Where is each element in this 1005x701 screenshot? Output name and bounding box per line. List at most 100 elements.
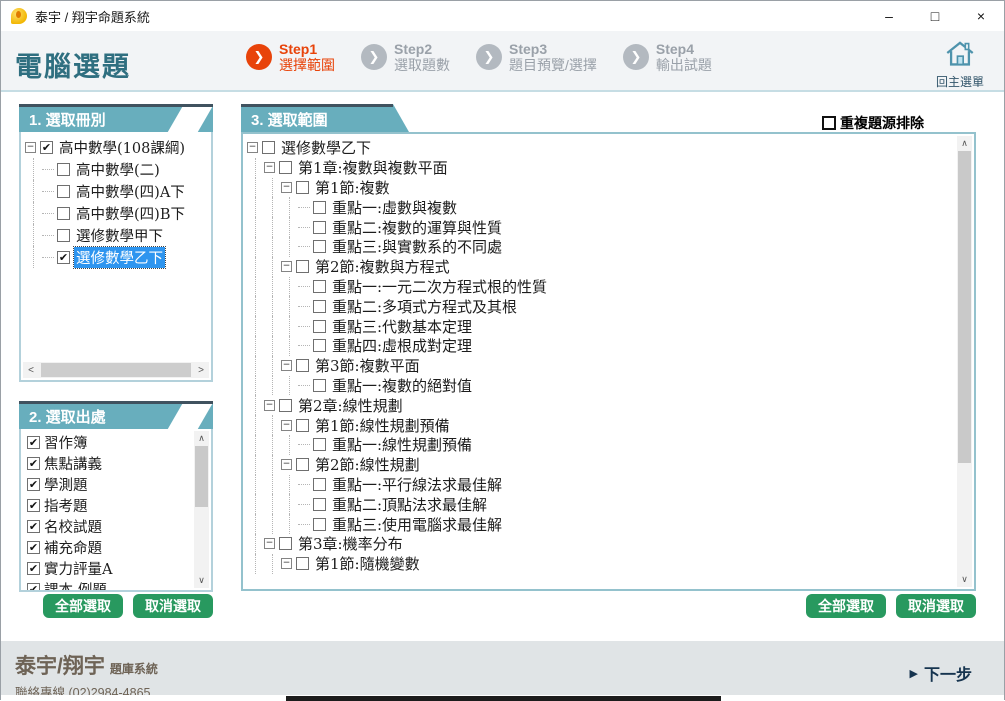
minimize-button[interactable]: –: [866, 1, 912, 31]
tree-item-label[interactable]: 重點四:虛根成對定理: [330, 335, 474, 356]
tree-checkbox[interactable]: [313, 240, 326, 253]
tree-checkbox[interactable]: [262, 141, 275, 154]
tree-expander-icon[interactable]: −: [281, 420, 292, 431]
tree-item-label[interactable]: 重點二:頂點法求最佳解: [330, 494, 489, 515]
source-deselect-all-button[interactable]: 取消選取: [133, 594, 213, 618]
tree-checkbox[interactable]: [313, 320, 326, 333]
source-item-label[interactable]: 焦點講義: [44, 453, 102, 474]
tree-item-label[interactable]: 第2章:線性規劃: [296, 395, 405, 416]
tree-item-label[interactable]: 高中數學(四)A下: [74, 181, 187, 202]
tree-checkbox[interactable]: [313, 379, 326, 392]
source-item-label[interactable]: 學測題: [44, 474, 88, 495]
tree-expander-icon[interactable]: −: [247, 142, 258, 153]
range-select-all-button[interactable]: 全部選取: [806, 594, 886, 618]
dedupe-option[interactable]: 重複題源排除: [822, 113, 924, 133]
tree-checkbox[interactable]: [313, 438, 326, 451]
tree-checkbox[interactable]: ✔: [57, 251, 70, 264]
tree-checkbox[interactable]: [296, 181, 309, 194]
tree-item-label[interactable]: 選修數學甲下: [74, 225, 165, 246]
tree-checkbox[interactable]: [57, 207, 70, 220]
tree-item-label[interactable]: 第1節:隨機變數: [313, 553, 422, 574]
scroll-left-icon[interactable]: <: [23, 362, 39, 378]
tree-item-label[interactable]: 選修數學乙下: [279, 137, 373, 158]
tree-checkbox[interactable]: [57, 229, 70, 242]
source-checkbox[interactable]: ✔: [27, 520, 40, 533]
scrollbar-thumb[interactable]: [41, 363, 191, 377]
tree-checkbox[interactable]: [296, 557, 309, 570]
tree-checkbox[interactable]: [313, 201, 326, 214]
scroll-up-icon[interactable]: ∧: [957, 136, 972, 151]
source-item-label[interactable]: 指考題: [44, 495, 88, 516]
tree-checkbox[interactable]: [313, 339, 326, 352]
source-checkbox[interactable]: ✔: [27, 541, 40, 554]
booklet-horizontal-scrollbar[interactable]: < >: [23, 362, 209, 378]
source-item-label[interactable]: 補充命題: [44, 537, 102, 558]
tree-checkbox[interactable]: ✔: [40, 141, 53, 154]
source-item-label[interactable]: 實力評量A: [44, 558, 112, 579]
tree-item-label[interactable]: 第1節:複數: [313, 177, 392, 198]
maximize-button[interactable]: □: [912, 1, 958, 31]
tree-item-label[interactable]: 選修數學乙下: [74, 247, 165, 268]
tree-checkbox[interactable]: [279, 399, 292, 412]
tree-checkbox[interactable]: [57, 163, 70, 176]
range-deselect-all-button[interactable]: 取消選取: [896, 594, 976, 618]
tree-checkbox[interactable]: [57, 185, 70, 198]
tree-item-label[interactable]: 第3節:複數平面: [313, 355, 422, 376]
tree-item-label[interactable]: 重點一:一元二次方程式根的性質: [330, 276, 549, 297]
tree-expander-icon[interactable]: −: [281, 558, 292, 569]
source-item-label[interactable]: 習作簿: [44, 432, 88, 453]
source-checkbox[interactable]: ✔: [27, 499, 40, 512]
range-vertical-scrollbar[interactable]: ∧ ∨: [957, 136, 972, 587]
dedupe-checkbox[interactable]: [822, 116, 836, 130]
tree-checkbox[interactable]: [313, 221, 326, 234]
tree-expander-icon[interactable]: −: [281, 459, 292, 470]
tree-item-label[interactable]: 重點三:與實數系的不同處: [330, 236, 504, 257]
source-checkbox[interactable]: ✔: [27, 583, 40, 592]
tree-item-label[interactable]: 第1節:線性規劃預備: [313, 415, 452, 436]
tree-expander-icon[interactable]: −: [25, 142, 36, 153]
tree-checkbox[interactable]: [313, 300, 326, 313]
tree-expander-icon[interactable]: −: [281, 360, 292, 371]
tree-checkbox[interactable]: [313, 518, 326, 531]
tree-expander-icon[interactable]: −: [281, 182, 292, 193]
tree-item-label[interactable]: 重點二:複數的運算與性質: [330, 217, 504, 238]
tree-checkbox[interactable]: [313, 280, 326, 293]
tree-checkbox[interactable]: [296, 419, 309, 432]
home-button[interactable]: 回主選單: [930, 39, 990, 90]
tree-item-label[interactable]: 第3章:機率分布: [296, 533, 405, 554]
tree-expander-icon[interactable]: −: [264, 538, 275, 549]
scroll-up-icon[interactable]: ∧: [194, 431, 209, 446]
source-vertical-scrollbar[interactable]: ∧ ∨: [194, 431, 209, 588]
scrollbar-thumb[interactable]: [195, 446, 208, 507]
tree-item-label[interactable]: 高中數學(二): [74, 159, 162, 180]
source-checkbox[interactable]: ✔: [27, 436, 40, 449]
tree-item-label[interactable]: 重點一:線性規劃預備: [330, 434, 474, 455]
close-button[interactable]: ×: [958, 1, 1004, 31]
tree-item-label[interactable]: 重點三:代數基本定理: [330, 316, 474, 337]
source-checkbox[interactable]: ✔: [27, 478, 40, 491]
tree-item-label[interactable]: 第1章:複數與複數平面: [296, 157, 450, 178]
tree-checkbox[interactable]: [296, 359, 309, 372]
next-step-button[interactable]: ▶ 下一步: [910, 661, 972, 685]
tree-expander-icon[interactable]: −: [264, 162, 275, 173]
tree-item-label[interactable]: 第2節:線性規劃: [313, 454, 422, 475]
tree-expander-icon[interactable]: −: [264, 400, 275, 411]
tree-checkbox[interactable]: [313, 478, 326, 491]
scrollbar-thumb[interactable]: [958, 151, 971, 463]
tree-checkbox[interactable]: [279, 537, 292, 550]
tree-checkbox[interactable]: [296, 458, 309, 471]
scroll-right-icon[interactable]: >: [193, 362, 209, 378]
source-select-all-button[interactable]: 全部選取: [43, 594, 123, 618]
tree-item-label[interactable]: 第2節:複數與方程式: [313, 256, 452, 277]
tree-expander-icon[interactable]: −: [281, 261, 292, 272]
tree-checkbox[interactable]: [279, 161, 292, 174]
scroll-down-icon[interactable]: ∨: [194, 573, 209, 588]
tree-item-label[interactable]: 重點一:複數的絕對值: [330, 375, 474, 396]
scroll-down-icon[interactable]: ∨: [957, 572, 972, 587]
tree-item-label[interactable]: 重點三:使用電腦求最佳解: [330, 514, 504, 535]
source-checkbox[interactable]: ✔: [27, 562, 40, 575]
tree-item-label[interactable]: 重點一:平行線法求最佳解: [330, 474, 504, 495]
source-item-label[interactable]: 名校試題: [44, 516, 102, 537]
source-checkbox[interactable]: ✔: [27, 457, 40, 470]
tree-item-label[interactable]: 重點二:多項式方程式及其根: [330, 296, 519, 317]
